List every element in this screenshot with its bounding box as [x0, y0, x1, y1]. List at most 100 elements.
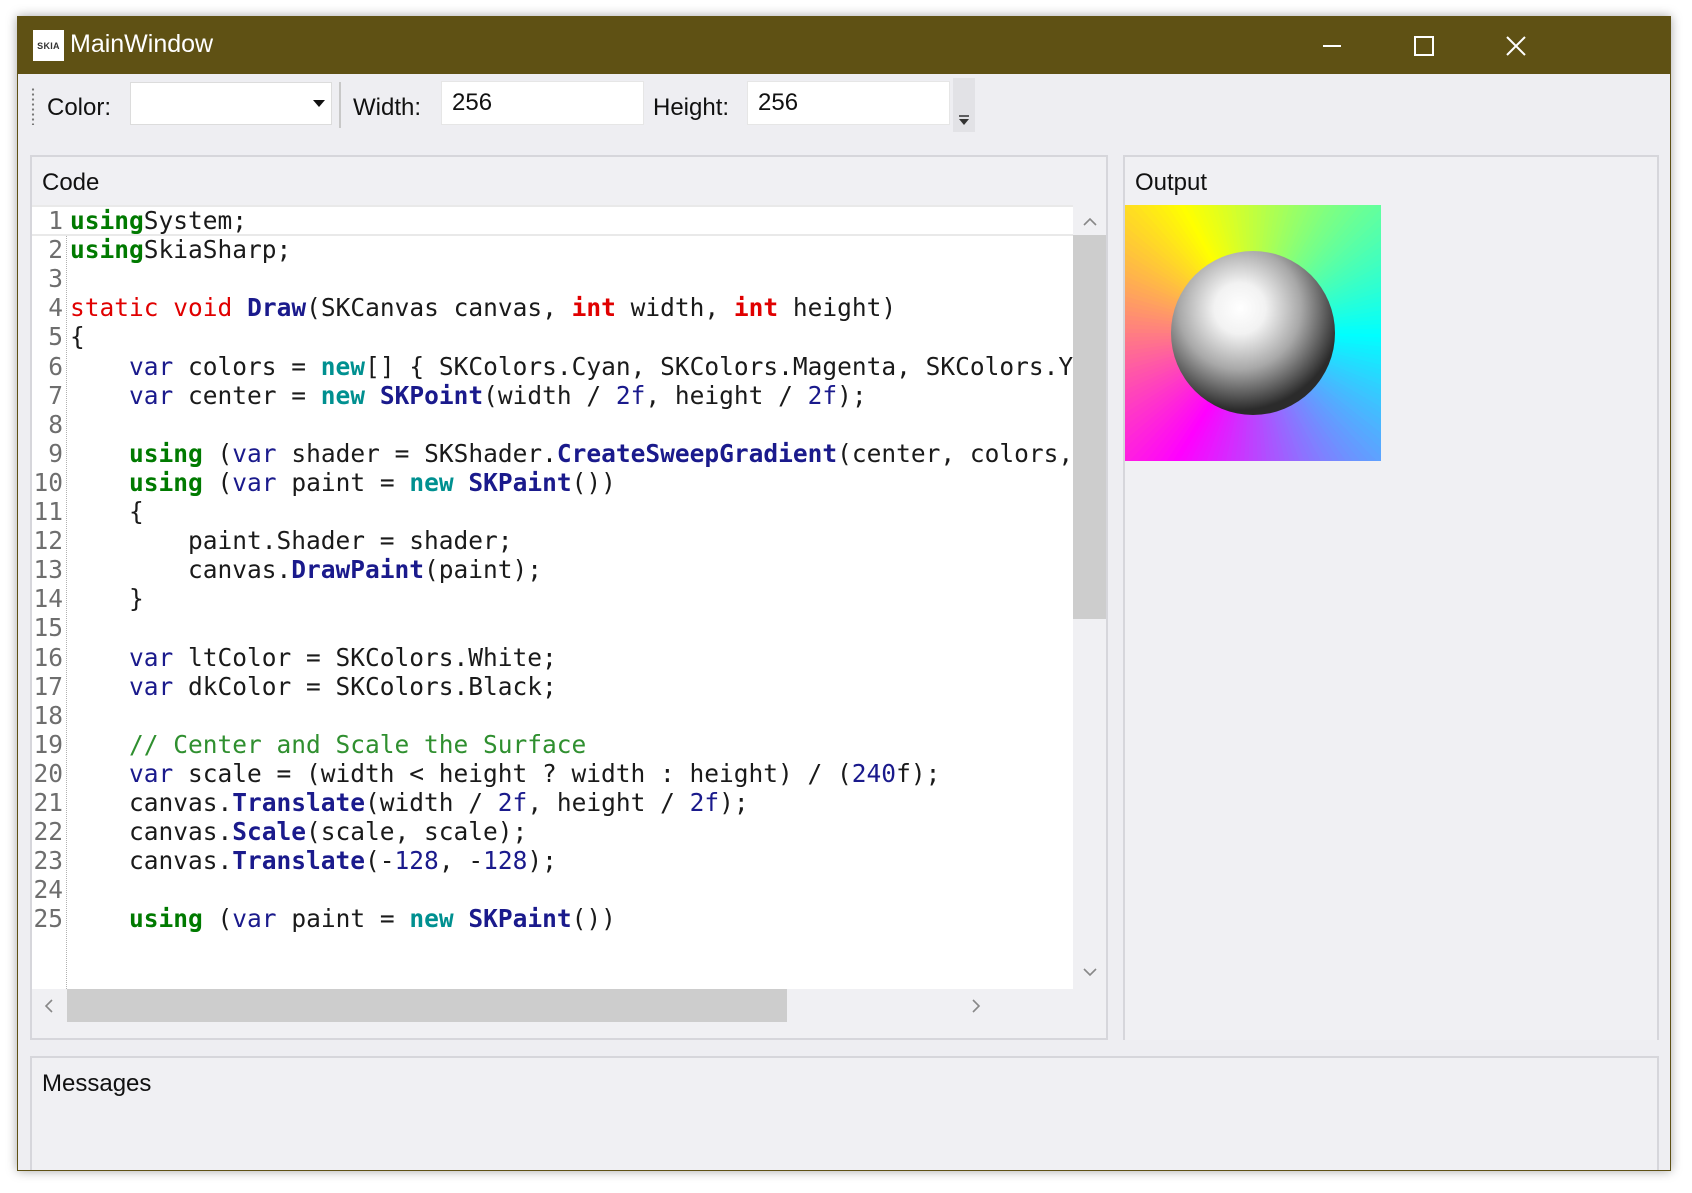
scroll-right-button[interactable]	[960, 989, 993, 1022]
code-line[interactable]: 14 }	[32, 583, 1073, 614]
toolbar: Color: Width: Height:	[18, 74, 1670, 150]
code-line[interactable]: 16 var ltColor = SKColors.White;	[32, 642, 1073, 673]
code-line[interactable]: 3	[32, 263, 1073, 294]
toolbar-grip[interactable]	[31, 87, 35, 125]
code-token: System;	[143, 206, 248, 235]
scroll-left-button[interactable]	[32, 989, 65, 1022]
line-number: 17	[33, 671, 63, 701]
vertical-scrollbar[interactable]	[1073, 205, 1106, 989]
height-input[interactable]	[747, 81, 950, 125]
code-token: paint =	[276, 904, 410, 934]
code-token: width,	[615, 293, 734, 323]
line-number: 10	[33, 467, 63, 497]
app-icon: SKIA	[33, 30, 64, 61]
code-token: 240	[851, 758, 897, 788]
vertical-scroll-thumb[interactable]	[1073, 235, 1106, 619]
code-token: );	[719, 788, 749, 817]
code-text: usingSystem;	[70, 205, 247, 236]
code-text: var colors = new[] { SKColors.Cyan, SKCo…	[70, 351, 1073, 382]
code-token: ())	[571, 904, 616, 934]
code-token: paint =	[276, 467, 410, 497]
messages-area[interactable]	[32, 1106, 1657, 1170]
code-token: 128	[394, 846, 439, 876]
code-text: {	[70, 321, 85, 352]
title-bar[interactable]: SKIA MainWindow	[18, 17, 1670, 74]
line-number: 8	[48, 409, 63, 439]
code-token: using	[129, 467, 203, 497]
line-number: 3	[48, 264, 63, 294]
line-number: 7	[48, 380, 63, 410]
combo-dropdown-button[interactable]	[307, 83, 331, 124]
code-line[interactable]: 19 // Center and Scale the Surface	[32, 729, 1073, 760]
code-line[interactable]: 24	[32, 874, 1073, 905]
code-line[interactable]: 6 var colors = new[] { SKColors.Cyan, SK…	[32, 351, 1073, 382]
code-token: , -	[438, 846, 484, 876]
width-input[interactable]	[441, 81, 644, 125]
code-panel-header: Code	[32, 157, 1106, 205]
code-line[interactable]: 13 canvas.DrawPaint(paint);	[32, 554, 1073, 585]
code-text: using (var paint = new SKPaint())	[70, 903, 616, 934]
horizontal-scroll-thumb[interactable]	[67, 989, 787, 1022]
code-token: int	[733, 293, 779, 323]
line-number: 11	[33, 497, 63, 526]
code-line[interactable]: 9 using (var shader = SKShader.CreateSwe…	[32, 438, 1073, 469]
code-line[interactable]: 2 usingSkiaSharp;	[32, 234, 1073, 265]
code-line[interactable]: 5{	[32, 321, 1073, 352]
code-token: (	[202, 438, 233, 468]
main-window: SKIA MainWindow Color: Width: Height:	[17, 16, 1671, 1171]
code-line[interactable]: 22 canvas.Scale(scale, scale);	[32, 816, 1073, 847]
width-label: Width:	[353, 94, 422, 121]
code-token: SkiaSharp;	[143, 235, 292, 265]
minimize-button[interactable]	[1286, 17, 1378, 74]
code-line[interactable]: 18	[32, 700, 1073, 731]
code-line[interactable]: 25 using (var paint = new SKPaint())	[32, 903, 1073, 934]
code-token: scale = (width < height ? width : height…	[173, 758, 852, 788]
code-token: 2f	[807, 380, 838, 410]
code-line[interactable]: 7 var center = new SKPoint(width / 2f, h…	[32, 380, 1073, 411]
code-line[interactable]: 15	[32, 612, 1073, 643]
shaded-sphere	[1171, 251, 1335, 415]
line-number: 14	[33, 584, 63, 614]
scroll-down-button[interactable]	[1073, 956, 1106, 989]
code-token: var	[129, 671, 174, 701]
code-line[interactable]: 11 {	[32, 496, 1073, 527]
code-text: paint.Shader = shader;	[70, 525, 513, 556]
color-combobox[interactable]	[130, 82, 332, 125]
code-token: canvas.	[70, 555, 292, 585]
code-token: var	[129, 758, 174, 788]
code-token: (scale, scale);	[306, 817, 528, 847]
code-line[interactable]: 23 canvas.Translate(-128, -128);	[32, 845, 1073, 876]
minimize-icon	[1323, 44, 1341, 47]
horizontal-scrollbar[interactable]	[32, 989, 1073, 1022]
close-button[interactable]	[1470, 17, 1562, 74]
code-token: using	[70, 235, 144, 265]
code-line[interactable]: 10 using (var paint = new SKPaint())	[32, 467, 1073, 498]
overflow-icon	[959, 115, 969, 125]
toolbar-overflow-button[interactable]	[953, 78, 975, 132]
code-editor[interactable]: 1 usingSystem; 2 usingSkiaSharp; 3 4 static vo…	[32, 205, 1073, 989]
code-line[interactable]: 4 static void Draw(SKCanvas canvas, int w…	[32, 292, 1073, 323]
messages-panel: Messages	[30, 1056, 1659, 1170]
line-number: 4	[48, 293, 63, 323]
code-line[interactable]: 21 canvas.Translate(width / 2f, height /…	[32, 787, 1073, 818]
code-token: var	[129, 380, 174, 410]
color-label: Color:	[47, 94, 112, 121]
code-line[interactable]: 20 var scale = (width < height ? width :…	[32, 758, 1073, 789]
code-token: (SKCanvas canvas,	[306, 293, 572, 323]
code-line[interactable]: 17 var dkColor = SKColors.Black;	[32, 671, 1073, 702]
scroll-up-button[interactable]	[1073, 205, 1106, 238]
code-line[interactable]: 12 paint.Shader = shader;	[32, 525, 1073, 556]
code-token: Translate	[232, 788, 366, 817]
code-line[interactable]: 8	[32, 409, 1073, 440]
code-token: center =	[173, 380, 321, 410]
code-token: canvas.	[70, 788, 233, 817]
code-token: paint.Shader = shader;	[70, 526, 513, 556]
maximize-button[interactable]	[1378, 17, 1470, 74]
height-label: Height:	[653, 94, 730, 121]
code-token: , height /	[527, 788, 690, 817]
line-number: 25	[33, 904, 63, 934]
code-line[interactable]: 1 usingSystem;	[32, 205, 1073, 236]
